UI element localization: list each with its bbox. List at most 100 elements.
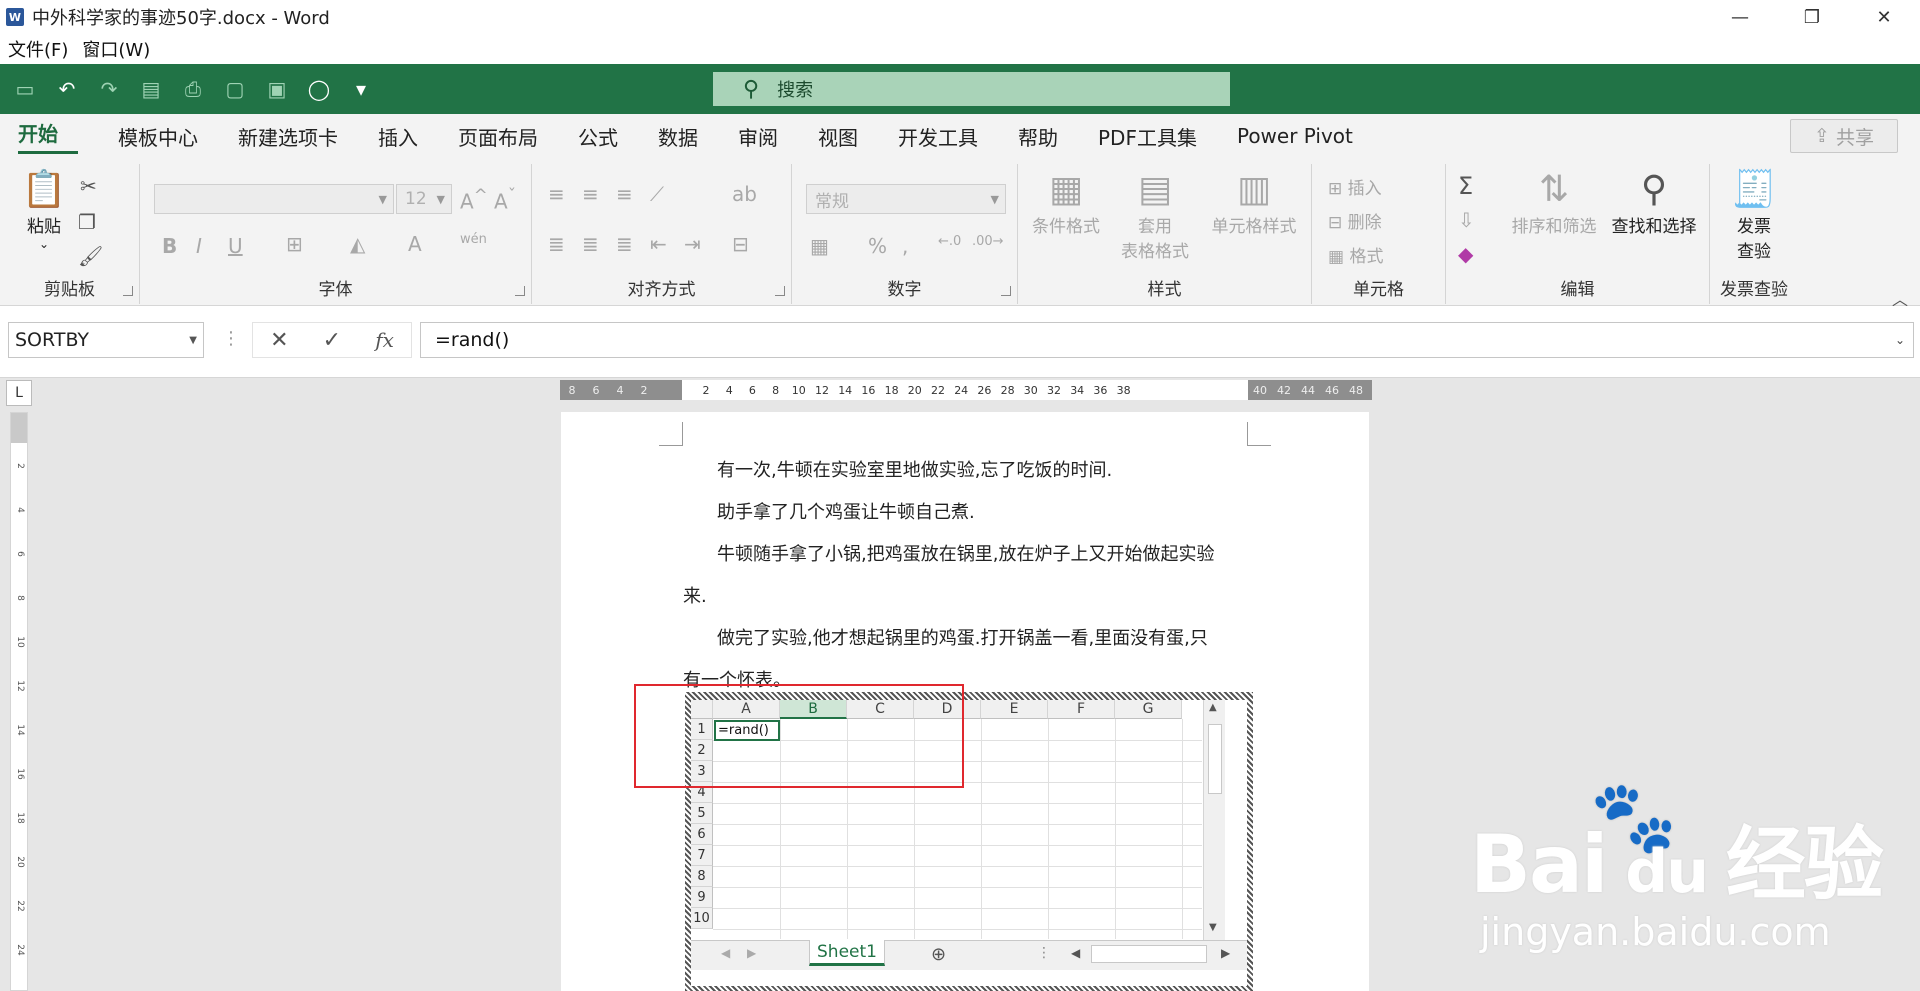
tab-formulas[interactable]: 公式 [578, 122, 638, 151]
align-left-icon[interactable]: ≣ [548, 232, 565, 256]
paragraph[interactable]: 牛顿随手拿了小锅,把鸡蛋放在锅里,放在炉子上又开始做起实验 [717, 540, 1214, 566]
prev-sheet-icon[interactable]: ◀ [721, 946, 730, 960]
row-header[interactable]: 10 [691, 908, 713, 929]
decrease-decimal-icon[interactable]: .00→ [972, 234, 1004, 249]
format-cells-button[interactable]: ▦ 格式 [1328, 242, 1383, 267]
cancel-icon[interactable]: ✕ [270, 328, 288, 353]
next-sheet-icon[interactable]: ▶ [747, 946, 756, 960]
italic-icon[interactable]: I [196, 234, 202, 258]
name-box[interactable]: SORTBY ▼ [8, 322, 204, 358]
column-header[interactable]: E [981, 700, 1048, 719]
paragraph[interactable]: 做完了实验,他才想起锅里的鸡蛋.打开锅盖一看,里面没有蛋,只 [717, 624, 1208, 650]
tab-insert[interactable]: 插入 [378, 122, 438, 151]
align-middle-icon[interactable]: ≡ [582, 182, 599, 206]
tab-review[interactable]: 审阅 [738, 122, 798, 151]
column-header[interactable]: F [1048, 700, 1115, 719]
border-icon[interactable]: ⊞ [286, 232, 303, 256]
format-painter-icon[interactable]: 🖌 [78, 244, 103, 268]
close-button[interactable]: ✕ [1848, 0, 1920, 34]
menu-window[interactable]: 窗口(W) [82, 36, 150, 62]
copy-icon[interactable]: ❐ [78, 210, 96, 234]
tab-developer[interactable]: 开发工具 [898, 122, 998, 151]
font-color-icon[interactable]: A [408, 232, 422, 256]
tab-help[interactable]: 帮助 [1018, 122, 1078, 151]
tab-home[interactable]: 开始 [18, 118, 78, 154]
clear-icon[interactable]: ◆ [1458, 242, 1473, 266]
row-header[interactable]: 6 [691, 824, 713, 845]
alignment-launcher-icon[interactable] [775, 286, 785, 296]
scroll-down-icon[interactable]: ▼ [1209, 922, 1217, 933]
grow-font-icon[interactable]: A^ [460, 186, 488, 214]
phonetic-icon[interactable]: wén [460, 232, 487, 247]
wrap-text-icon[interactable]: ab [732, 182, 757, 206]
expand-formula-icon[interactable]: ⌄ [1895, 333, 1905, 347]
cut-icon[interactable]: ✂ [80, 174, 97, 198]
insert-function-icon[interactable]: fx [375, 328, 394, 352]
scroll-right-icon[interactable]: ▶ [1221, 946, 1230, 960]
clipboard-launcher-icon[interactable] [123, 286, 133, 296]
print-preview-icon[interactable]: ▢ [218, 72, 252, 106]
row-header[interactable]: 8 [691, 866, 713, 887]
tab-power-pivot[interactable]: Power Pivot [1237, 124, 1373, 148]
increase-decimal-icon[interactable]: ←.0 [938, 234, 961, 249]
insert-cells-button[interactable]: ⊞ 插入 [1328, 174, 1382, 199]
column-header[interactable]: G [1115, 700, 1182, 719]
underline-icon[interactable]: U [228, 234, 243, 258]
restore-button[interactable]: ❐ [1776, 0, 1848, 34]
row-header[interactable]: 9 [691, 887, 713, 908]
sheet-vertical-scrollbar[interactable]: ▲ ▼ [1203, 700, 1225, 940]
tab-template-center[interactable]: 模板中心 [118, 122, 218, 151]
save-icon[interactable]: ▭ [8, 72, 42, 106]
add-sheet-icon[interactable]: ⊕ [931, 944, 946, 965]
accounting-format-icon[interactable]: ▦ [810, 234, 829, 258]
fill-icon[interactable]: ⇩ [1458, 208, 1475, 232]
orientation-icon[interactable]: ⟋ [650, 182, 664, 206]
customize-qat-icon[interactable]: ▾ [344, 72, 378, 106]
merge-center-icon[interactable]: ⊟ [732, 232, 749, 256]
tab-new-tab[interactable]: 新建选项卡 [238, 122, 358, 151]
number-format-combo[interactable]: 常规 ▼ [806, 184, 1006, 214]
scroll-left-icon[interactable]: ◀ [1071, 946, 1080, 960]
horizontal-scroll-thumb[interactable] [1091, 945, 1207, 963]
align-bottom-icon[interactable]: ≡ [616, 182, 633, 206]
autosum-icon[interactable]: Σ [1458, 172, 1473, 200]
comma-style-icon[interactable]: , [902, 234, 908, 258]
menu-file[interactable]: 文件(F) [8, 36, 68, 62]
decrease-indent-icon[interactable]: ⇤ [650, 232, 667, 256]
paste-button[interactable]: 📋 粘贴 ⌄ [14, 168, 74, 251]
percent-icon[interactable]: % [868, 234, 887, 258]
tab-page-layout[interactable]: 页面布局 [458, 122, 558, 151]
paragraph[interactable]: 有一次,牛顿在实验室里地做实验,忘了吃饭的时间. [717, 456, 1112, 482]
paragraph[interactable]: 助手拿了几个鸡蛋让牛顿自己煮. [717, 498, 975, 524]
redo-icon[interactable]: ↷ [92, 72, 126, 106]
print-icon[interactable]: ⎙ [176, 72, 210, 106]
shrink-font-icon[interactable]: Aˇ [494, 186, 516, 214]
bold-icon[interactable]: B [162, 234, 177, 258]
circle-icon[interactable]: ◯ [302, 72, 336, 106]
sort-filter-button[interactable]: ⇅ 排序和筛选 [1506, 168, 1602, 237]
tab-data[interactable]: 数据 [658, 122, 718, 151]
tab-selector[interactable]: L [6, 380, 32, 406]
align-center-icon[interactable]: ≣ [582, 232, 599, 256]
find-select-button[interactable]: ⚲ 查找和选择 [1604, 168, 1704, 237]
enter-icon[interactable]: ✓ [323, 328, 341, 353]
font-launcher-icon[interactable] [515, 286, 525, 296]
sheet-tab-sheet1[interactable]: Sheet1 [809, 940, 885, 966]
scroll-up-icon[interactable]: ▲ [1209, 702, 1217, 713]
undo-icon[interactable]: ↶ [50, 72, 84, 106]
share-button[interactable]: ⇪ 共享 [1790, 119, 1898, 153]
row-header[interactable]: 5 [691, 803, 713, 824]
formula-input[interactable]: =rand() ⌄ [420, 322, 1914, 358]
fill-color-icon[interactable]: ◭ [350, 232, 365, 256]
cell-styles-button[interactable]: ▥ 单元格样式 [1204, 168, 1304, 237]
tab-view[interactable]: 视图 [818, 122, 878, 151]
row-header[interactable]: 7 [691, 845, 713, 866]
paragraph[interactable]: 来. [683, 582, 707, 608]
format-as-table-button[interactable]: ▤ 套用 表格格式 [1110, 168, 1200, 262]
align-right-icon[interactable]: ≣ [616, 232, 633, 256]
pdf-icon[interactable]: ▣ [260, 72, 294, 106]
tab-pdf-tools[interactable]: PDF工具集 [1098, 122, 1217, 151]
scroll-thumb[interactable] [1208, 724, 1222, 794]
font-size-combo[interactable]: 12 ▼ [396, 184, 452, 214]
delete-cells-button[interactable]: ⊟ 删除 [1328, 208, 1382, 233]
